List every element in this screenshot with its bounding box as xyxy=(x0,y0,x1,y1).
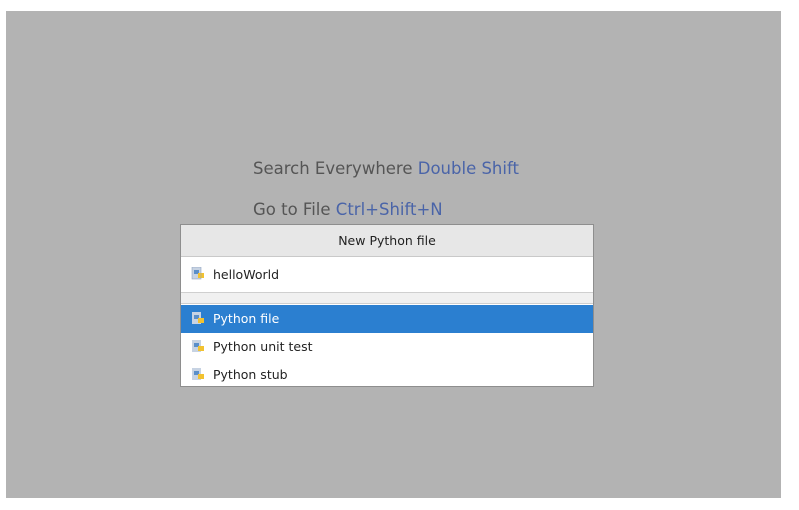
list-item-label: Python unit test xyxy=(213,339,313,354)
hint-shortcut: Ctrl+Shift+N xyxy=(335,200,443,219)
python-file-icon xyxy=(192,368,204,380)
python-file-icon xyxy=(192,340,204,352)
file-type-list: Python file Python unit test Python stub xyxy=(181,305,593,389)
file-name-row xyxy=(181,257,593,292)
list-item-label: Python file xyxy=(213,311,280,326)
hint-shortcut: Double Shift xyxy=(417,159,519,178)
ide-window: Search Everywhere Double Shift Go to Fil… xyxy=(0,0,799,510)
python-file-icon xyxy=(192,312,204,324)
list-item-python-stub[interactable]: Python stub xyxy=(181,361,593,389)
search-everywhere-hint: Search Everywhere Double Shift xyxy=(253,159,519,178)
file-name-input[interactable] xyxy=(213,257,583,292)
dialog-title: New Python file xyxy=(181,225,593,257)
list-item-python-file[interactable]: Python file xyxy=(181,305,593,333)
hint-label: Search Everywhere xyxy=(253,159,413,178)
hint-label: Go to File xyxy=(253,200,331,219)
divider xyxy=(181,292,593,304)
python-file-icon xyxy=(191,267,204,280)
list-item-label: Python stub xyxy=(213,367,288,382)
list-item-python-unit-test[interactable]: Python unit test xyxy=(181,333,593,361)
go-to-file-hint: Go to File Ctrl+Shift+N xyxy=(253,200,443,219)
new-python-file-dialog: New Python file Python file xyxy=(180,224,594,387)
